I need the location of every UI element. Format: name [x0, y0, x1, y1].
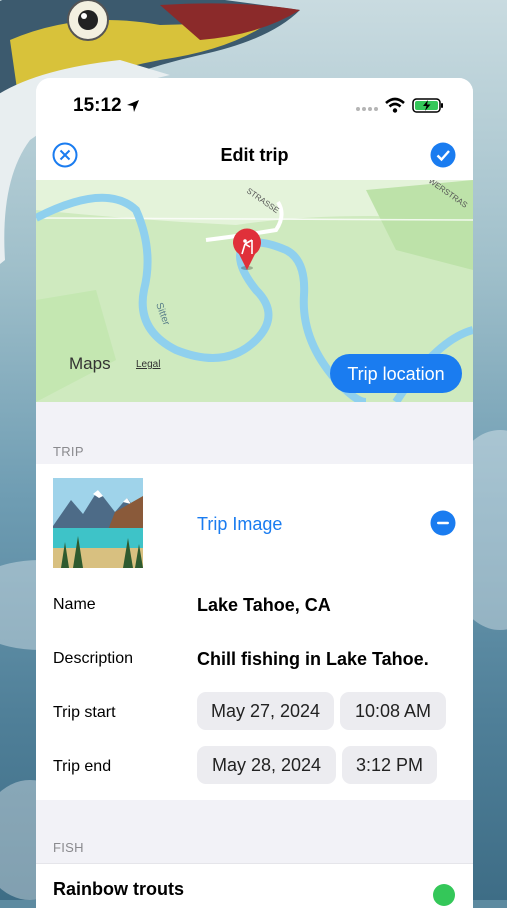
name-label: Name: [53, 596, 96, 613]
trip-end-date[interactable]: May 28, 2024: [197, 746, 336, 784]
legal-link[interactable]: Legal: [136, 359, 160, 370]
battery-charging-icon: [412, 98, 443, 113]
fish-section-header: FISH: [53, 840, 84, 855]
status-bar: 15:12: [36, 78, 473, 132]
trip-image-label[interactable]: Trip Image: [197, 514, 282, 535]
checkmark-icon[interactable]: [430, 142, 456, 168]
status-time: 15:12: [73, 95, 122, 116]
trip-image-thumbnail[interactable]: [53, 478, 143, 568]
trip-location-button[interactable]: Trip location: [330, 354, 462, 393]
fish-item-name[interactable]: Rainbow trouts: [53, 879, 184, 900]
description-label: Description: [53, 650, 134, 667]
edit-trip-sheet: 15:12 Edit trip STRASSE WERSTRAS Sitter …: [36, 78, 473, 908]
description-value[interactable]: Chill fishing in Lake Tahoe.: [197, 649, 429, 670]
trip-section-header: TRIP: [53, 444, 84, 459]
minus-icon[interactable]: [430, 510, 456, 536]
apple-maps-logo: Maps: [69, 354, 111, 373]
signal-icon: [356, 107, 378, 111]
location-arrow-icon: [127, 100, 139, 112]
trip-end-time[interactable]: 3:12 PM: [342, 746, 437, 784]
name-value[interactable]: Lake Tahoe, CA: [197, 595, 331, 616]
trip-start-date[interactable]: May 27, 2024: [197, 692, 334, 730]
trip-start-label: Trip start: [53, 704, 116, 721]
page-title: Edit trip: [220, 145, 289, 165]
trip-map[interactable]: STRASSE WERSTRAS Sitter Maps Legal Trip …: [36, 180, 473, 402]
status-dot-icon: [433, 884, 455, 906]
wifi-icon: [385, 97, 405, 113]
trip-end-label: Trip end: [53, 758, 112, 775]
navigation-bar: Edit trip: [36, 132, 473, 180]
trip-start-time[interactable]: 10:08 AM: [340, 692, 446, 730]
